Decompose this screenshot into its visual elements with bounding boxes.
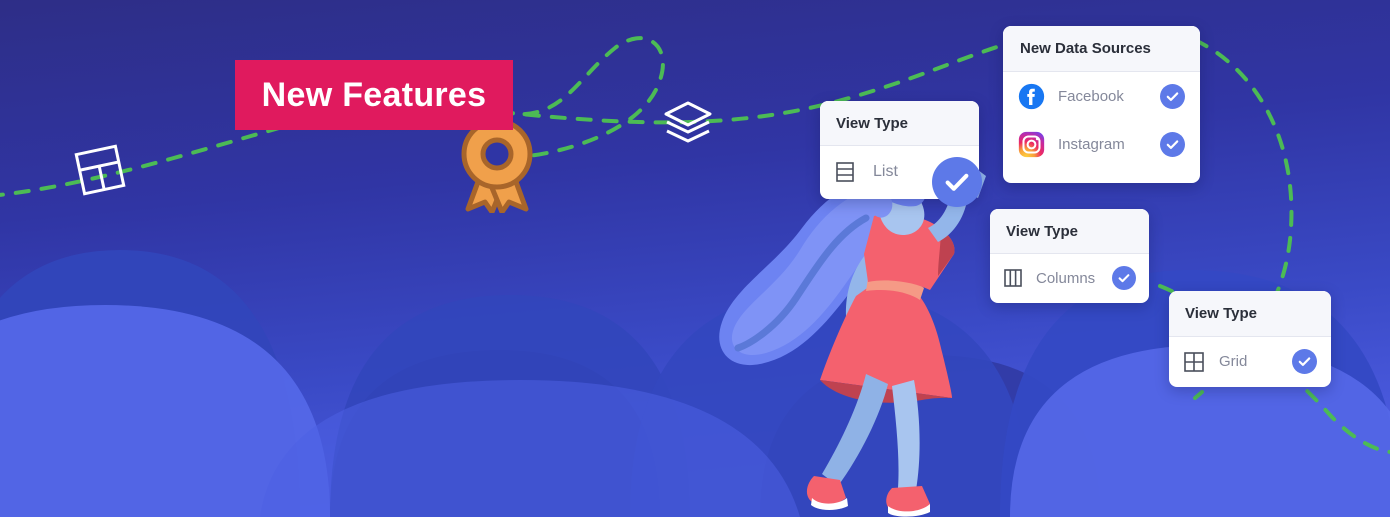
list-view-icon [836, 162, 854, 182]
checkmark-icon[interactable] [1160, 131, 1185, 157]
list-checkmark-icon[interactable] [932, 157, 982, 207]
card-title: View Type [1006, 222, 1078, 240]
new-data-sources-card: New Data Sources Facebook Instagram [1003, 26, 1200, 183]
card-title: New Data Sources [1020, 40, 1151, 57]
new-features-banner: New Features [235, 60, 513, 130]
view-type-grid-card: View Type Grid [1169, 291, 1331, 387]
view-type-option-grid[interactable]: Grid [1169, 337, 1331, 386]
view-type-columns-card: View Type Columns [990, 209, 1149, 303]
hero-banner: New Features New Data Sources Facebook I… [0, 0, 1390, 517]
woman-character-illustration [719, 162, 986, 517]
columns-view-icon [1004, 269, 1022, 287]
layers-outline-icon [664, 101, 712, 143]
instagram-icon [1018, 131, 1045, 157]
checkmark-icon[interactable] [1112, 266, 1136, 290]
card-header: New Data Sources [1003, 26, 1200, 72]
facebook-icon [1018, 83, 1045, 109]
grid-view-icon [1184, 351, 1204, 372]
data-source-row-facebook[interactable]: Facebook [1003, 72, 1200, 120]
layout-outline-icon [74, 144, 126, 196]
checkmark-icon[interactable] [1292, 349, 1317, 374]
view-type-option-columns[interactable]: Columns [990, 254, 1149, 302]
card-title: View Type [1185, 305, 1257, 322]
data-source-label: Facebook [1058, 87, 1124, 105]
card-title: View Type [836, 114, 908, 132]
card-header: View Type [990, 209, 1149, 254]
data-source-row-instagram[interactable]: Instagram [1003, 120, 1200, 168]
new-features-label: New Features [261, 75, 487, 114]
view-type-label: Grid [1219, 353, 1248, 370]
card-header: View Type [820, 101, 979, 146]
checkmark-icon[interactable] [1160, 83, 1185, 109]
card-header: View Type [1169, 291, 1331, 337]
view-type-label: Columns [1036, 269, 1096, 287]
data-source-label: Instagram [1058, 135, 1125, 153]
